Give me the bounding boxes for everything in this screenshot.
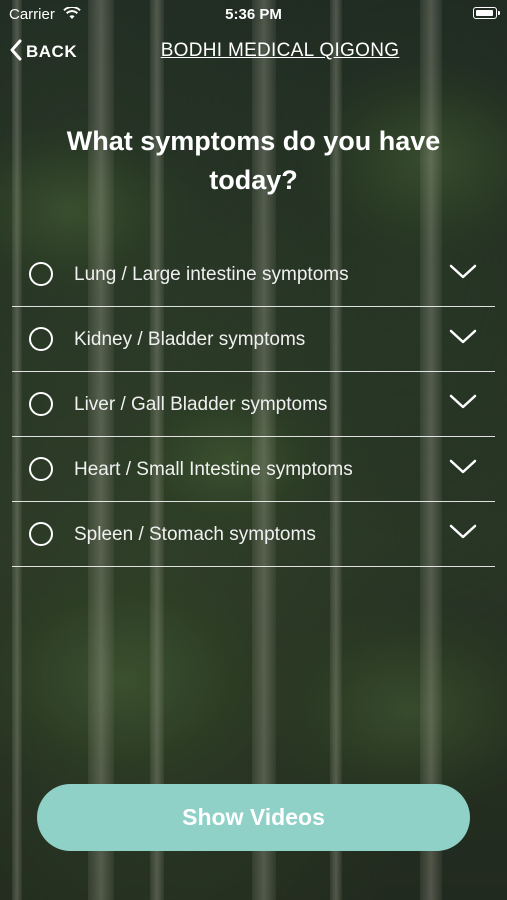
question-heading: What symptoms do you have today? xyxy=(66,126,441,195)
radio-button[interactable] xyxy=(29,392,53,416)
chevron-down-icon[interactable] xyxy=(449,329,477,350)
radio-button[interactable] xyxy=(29,327,53,351)
chevron-down-icon[interactable] xyxy=(449,524,477,545)
symptom-label: Lung / Large intestine symptoms xyxy=(74,264,349,285)
chevron-down-icon[interactable] xyxy=(449,459,477,480)
radio-button[interactable] xyxy=(29,522,53,546)
symptom-row-liver[interactable]: Liver / Gall Bladder symptoms xyxy=(12,372,495,437)
symptom-label: Heart / Small Intestine symptoms xyxy=(74,459,353,480)
symptom-row-lung[interactable]: Lung / Large intestine symptoms xyxy=(12,242,495,307)
chevron-down-icon[interactable] xyxy=(449,264,477,285)
radio-button[interactable] xyxy=(29,457,53,481)
symptom-list: Lung / Large intestine symptoms Kidney /… xyxy=(12,242,495,567)
status-time: 5:36 PM xyxy=(225,6,282,23)
symptom-label: Kidney / Bladder symptoms xyxy=(74,329,306,350)
status-bar: Carrier 5:36 PM xyxy=(0,0,507,28)
chevron-down-icon[interactable] xyxy=(449,394,477,415)
symptom-row-heart[interactable]: Heart / Small Intestine symptoms xyxy=(12,437,495,502)
battery-icon xyxy=(473,7,500,19)
page-title: BODHI MEDICAL QIGONG xyxy=(160,40,400,61)
symptom-row-kidney[interactable]: Kidney / Bladder symptoms xyxy=(12,307,495,372)
symptom-row-spleen[interactable]: Spleen / Stomach symptoms xyxy=(12,502,495,567)
show-videos-button[interactable]: Show Videos xyxy=(37,784,470,851)
symptom-label: Liver / Gall Bladder symptoms xyxy=(74,394,328,415)
symptom-label: Spleen / Stomach symptoms xyxy=(74,524,316,545)
radio-button[interactable] xyxy=(29,262,53,286)
